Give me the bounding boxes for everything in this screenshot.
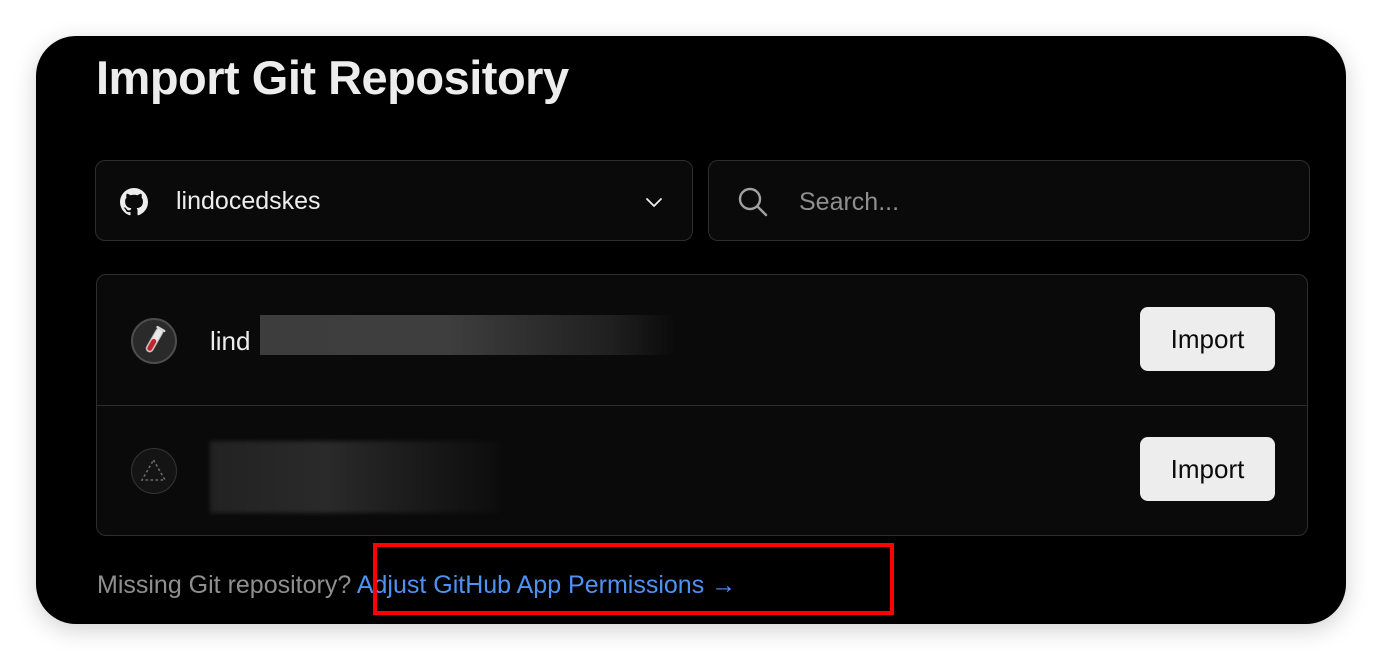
repo-avatar: [131, 448, 177, 494]
redacted-repo-name: [260, 315, 676, 355]
github-icon: [120, 188, 148, 216]
import-button[interactable]: Import: [1140, 437, 1275, 501]
account-selector[interactable]: lindocedskes: [95, 160, 693, 241]
import-button[interactable]: Import: [1140, 307, 1275, 371]
missing-repo-footer: Missing Git repository? Adjust GitHub Ap…: [97, 568, 736, 602]
list-item: lind Import: [97, 275, 1307, 406]
missing-repo-question: Missing Git repository?: [97, 571, 352, 599]
account-name: lindocedskes: [176, 187, 321, 215]
triangle-outline-icon: [140, 458, 167, 481]
search-field: [708, 160, 1310, 241]
repository-list: lind Import Import: [96, 274, 1308, 536]
repo-avatar: [131, 318, 177, 364]
search-icon: [738, 187, 768, 217]
page-title: Import Git Repository: [96, 51, 569, 104]
search-input[interactable]: [797, 181, 1281, 223]
repo-name: lind: [210, 326, 251, 356]
list-item: Import: [97, 405, 1307, 535]
adjust-permissions-link[interactable]: Adjust GitHub App Permissions →: [357, 571, 736, 599]
import-git-repository-card: Import Git Repository lindocedskes Searc…: [36, 36, 1346, 624]
redacted-repo-name: [210, 441, 500, 513]
chevron-down-icon: [646, 198, 662, 207]
test-tube-icon: [145, 325, 166, 353]
